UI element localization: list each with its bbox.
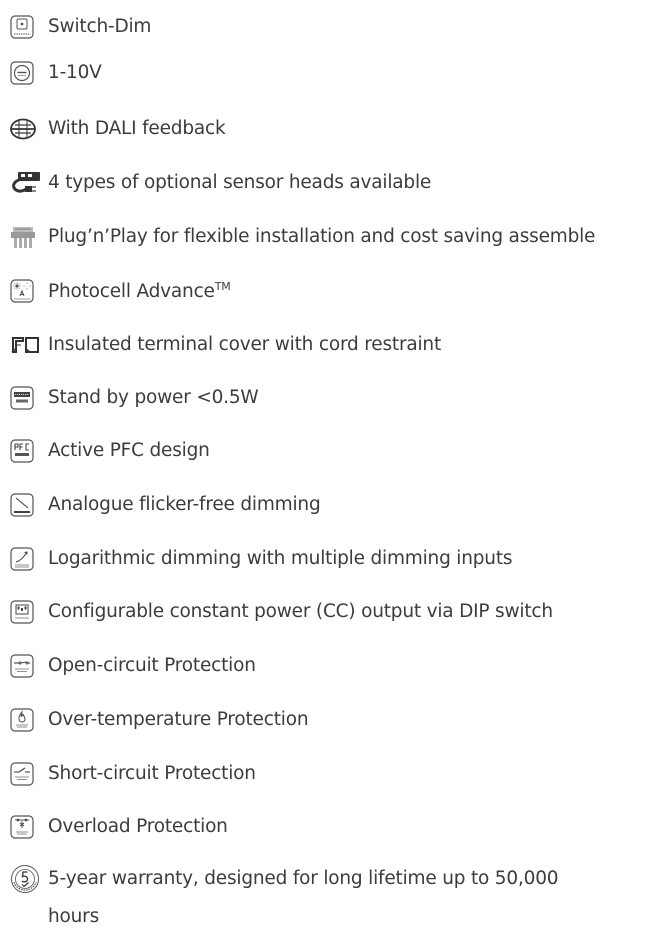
terminal-cover-icon <box>10 328 48 362</box>
photocell-advance-icon <box>10 274 48 308</box>
feature-item-sensor-heads: 4 types of optional sensor heads availab… <box>10 166 666 200</box>
standby-power-icon <box>10 381 48 415</box>
feature-text: Plug’n’Play for flexible installation an… <box>48 225 596 247</box>
sensor-head-icon <box>10 166 48 200</box>
feature-text: Switch-Dim <box>48 15 152 37</box>
feature-item-switch-dim: Switch-Dim <box>10 10 666 44</box>
feature-item-plug-n-play: Plug’n’Play for flexible installation an… <box>10 220 666 254</box>
feature-item-dali: With DALI feedback <box>10 112 666 146</box>
feature-text: Stand by power <0.5W <box>48 386 259 408</box>
feature-item-warranty: 5-year warranty, designed for long lifet… <box>10 860 666 927</box>
feature-text: Over-temperature Protection <box>48 708 309 730</box>
feature-item-analogue: Analogue flicker-free dimming <box>10 488 666 522</box>
feature-item-short-circuit: Short-circuit Protection <box>10 757 666 791</box>
feature-item-1-10v: 1-10V <box>10 56 666 90</box>
feature-item-overload: Overload Protection <box>10 810 666 844</box>
feature-text: With DALI feedback <box>48 117 226 139</box>
warranty-icon <box>10 860 48 898</box>
feature-text: Configurable constant power (CC) output … <box>48 600 553 622</box>
feature-text: Logarithmic dimming with multiple dimmin… <box>48 547 513 569</box>
feature-item-open-circuit: Open-circuit Protection <box>10 649 666 683</box>
feature-text: Open-circuit Protection <box>48 654 256 676</box>
feature-item-standby-power: Stand by power <0.5W <box>10 381 666 415</box>
pfc-icon <box>10 434 48 468</box>
feature-text: Analogue flicker-free dimming <box>48 493 321 515</box>
overload-icon <box>10 810 48 844</box>
feature-text: 5-year warranty, designed for long lifet… <box>48 868 559 927</box>
feature-item-multiple-current: Configurable constant power (CC) output … <box>10 595 666 629</box>
feature-item-photocell: Photocell AdvanceTM <box>10 274 666 308</box>
trademark-superscript: TM <box>214 279 231 293</box>
logarithmic-curve-icon <box>10 542 48 576</box>
analogue-dimming-icon <box>10 488 48 522</box>
feature-item-logarithmic: Logarithmic dimming with multiple dimmin… <box>10 542 666 576</box>
feature-item-pfc: Active PFC design <box>10 434 666 468</box>
over-temperature-icon <box>10 703 48 737</box>
switch-dim-icon <box>10 10 48 44</box>
feature-text: 1-10V <box>48 61 102 83</box>
feature-item-terminal-cover: Insulated terminal cover with cord restr… <box>10 328 666 362</box>
feature-text: Short-circuit Protection <box>48 762 256 784</box>
1-10v-dimming-icon <box>10 56 48 90</box>
feature-list: Switch-Dim 1-10V With DALI feedback 4 ty… <box>0 0 666 927</box>
feature-text: Photocell AdvanceTM <box>48 279 231 302</box>
short-circuit-icon <box>10 757 48 791</box>
feature-text: Active PFC design <box>48 439 210 461</box>
dali-icon <box>10 112 48 146</box>
feature-text: Insulated terminal cover with cord restr… <box>48 333 442 355</box>
plug-n-play-icon <box>10 220 48 254</box>
feature-text: 4 types of optional sensor heads availab… <box>48 171 432 193</box>
open-circuit-icon <box>10 649 48 683</box>
feature-item-over-temperature: Over-temperature Protection <box>10 703 666 737</box>
feature-text: Overload Protection <box>48 815 228 837</box>
multiple-current-icon <box>10 595 48 629</box>
